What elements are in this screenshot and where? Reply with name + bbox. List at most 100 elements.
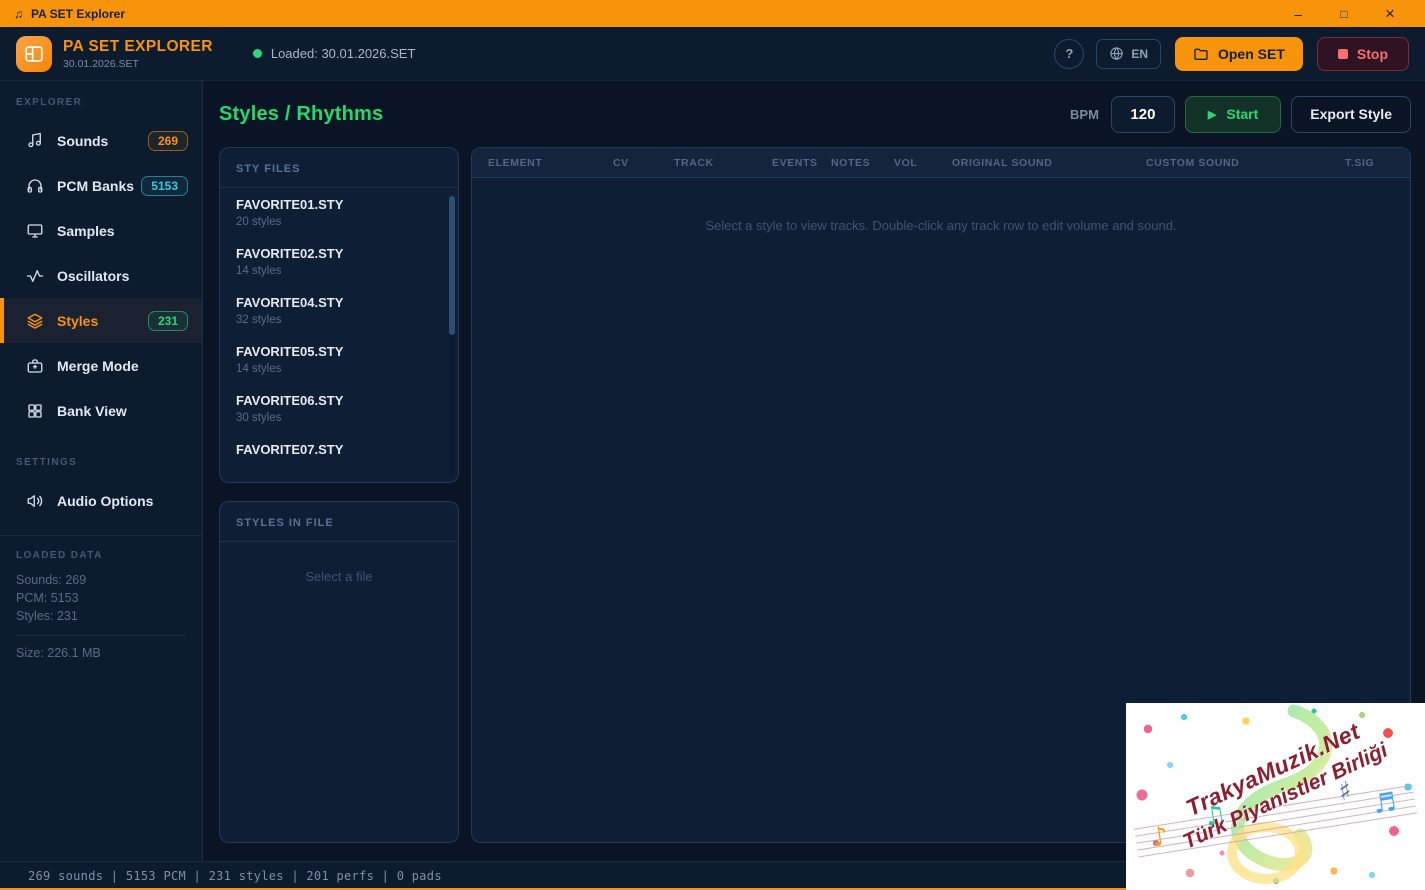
sidebar-item-merge-mode[interactable]: Merge Mode	[0, 343, 202, 388]
sidebar-item-label: Oscillators	[57, 267, 130, 284]
stop-button[interactable]: Stop	[1316, 36, 1409, 71]
styles-count-badge: 231	[147, 310, 188, 331]
bpm-label: BPM	[1070, 106, 1099, 122]
app-logo	[16, 35, 52, 72]
column-header-custom-sound: CUSTOM SOUND	[1146, 156, 1240, 169]
sidebar-item-label: Samples	[57, 222, 115, 239]
start-button[interactable]: ▶ Start	[1184, 95, 1282, 133]
watermark-image: ♪ ♫ ♯ ♬ TrakyaMuzik.Net Türk Piyanistler…	[1126, 703, 1425, 890]
file-name: FAVORITE07.STY	[236, 442, 344, 457]
sidebar-item-label: Sounds	[57, 132, 109, 149]
layout-panel-icon	[25, 45, 43, 62]
open-set-label: Open SET	[1217, 45, 1285, 62]
file-name: FAVORITE01.STY	[236, 197, 344, 212]
language-button[interactable]: EN	[1096, 38, 1161, 69]
app-subtitle: 30.01.2026.SET	[63, 57, 139, 70]
window-title: PA SET Explorer	[31, 6, 126, 21]
layers-icon	[27, 313, 43, 329]
table-header-row: ELEMENT CV TRACK EVENTS NOTES VOL ORIGIN…	[472, 148, 1410, 178]
maximize-button[interactable]: □	[1321, 0, 1367, 27]
sidebar-item-label: Bank View	[57, 402, 127, 419]
sidebar: EXPLORER Sounds 269 PCM Banks 5153 Sampl…	[0, 81, 203, 861]
stat-size: Size: 226.1 MB	[16, 635, 186, 660]
file-name: FAVORITE06.STY	[236, 393, 344, 408]
export-style-label: Export Style	[1310, 106, 1392, 122]
grid-icon	[28, 403, 42, 418]
list-item[interactable]: FAVORITE04.STY 32 styles	[220, 286, 458, 335]
file-count: 30 styles	[236, 412, 282, 424]
status-dot	[252, 49, 262, 58]
help-button[interactable]: ?	[1054, 38, 1085, 69]
list-item[interactable]: FAVORITE05.STY 14 styles	[220, 335, 458, 384]
play-icon: ▶	[1207, 108, 1217, 121]
window-edge-strip	[0, 27, 2, 890]
speaker-icon	[27, 494, 43, 507]
sidebar-item-label: Styles	[57, 312, 99, 329]
column-header-tsig: T.SIG	[1345, 156, 1375, 169]
column-header-notes: NOTES	[831, 156, 871, 169]
select-file-placeholder: Select a file	[305, 569, 373, 584]
sidebar-item-label: PCM Banks	[57, 177, 135, 194]
pcm-count-badge: 5153	[141, 175, 188, 196]
stat-sounds: Sounds: 269	[16, 573, 87, 587]
sidebar-item-sounds[interactable]: Sounds 269	[0, 118, 202, 163]
app-title: PA SET EXPLORER	[63, 37, 213, 55]
app-header: PA SET EXPLORER 30.01.2026.SET Loaded: 3…	[0, 27, 1425, 81]
folder-icon	[1194, 48, 1208, 60]
bpm-input[interactable]	[1110, 95, 1175, 133]
page-title: Styles / Rhythms	[219, 102, 384, 125]
list-item[interactable]: FAVORITE07.STY	[220, 433, 458, 470]
list-item[interactable]: FAVORITE02.STY 14 styles	[220, 237, 458, 286]
sidebar-item-label: Merge Mode	[57, 357, 139, 374]
start-label: Start	[1226, 106, 1259, 122]
file-name: FAVORITE04.STY	[236, 295, 344, 310]
stat-styles: Styles: 231	[16, 609, 78, 624]
styles-in-file-panel: STYLES IN FILE Select a file	[219, 501, 459, 843]
loaded-status-text: Loaded: 30.01.2026.SET	[270, 46, 416, 61]
empty-table-message: Select a style to view tracks. Double-cl…	[705, 218, 1177, 233]
sidebar-item-audio-options[interactable]: Audio Options	[0, 478, 202, 523]
sidebar-item-oscillators[interactable]: Oscillators	[0, 253, 202, 298]
close-button[interactable]: ×	[1367, 0, 1413, 27]
loaded-data-label: LOADED DATA	[16, 550, 103, 561]
waveform-icon	[26, 269, 44, 282]
titlebar-music-icon: ♫	[14, 6, 23, 21]
export-style-button[interactable]: Export Style	[1291, 95, 1411, 133]
column-header-events: EVENTS	[772, 156, 818, 169]
file-count: 14 styles	[236, 363, 282, 375]
titlebar: ♫ PA SET Explorer – □ ×	[0, 0, 1425, 27]
file-name: FAVORITE05.STY	[236, 344, 344, 359]
language-label: EN	[1131, 46, 1148, 61]
sidebar-item-styles[interactable]: Styles 231	[0, 298, 202, 343]
open-set-button[interactable]: Open SET	[1174, 36, 1303, 71]
sidebar-item-samples[interactable]: Samples	[0, 208, 202, 253]
loaded-data-section: LOADED DATA Sounds: 269 PCM: 5153 Styles…	[0, 535, 202, 660]
explorer-section-label: EXPLORER	[16, 97, 83, 108]
sounds-count-badge: 269	[147, 130, 188, 151]
stop-icon	[1337, 48, 1348, 59]
briefcase-icon	[27, 358, 43, 373]
loaded-status: Loaded: 30.01.2026.SET	[252, 46, 416, 61]
sidebar-item-label: Audio Options	[57, 492, 154, 509]
list-item[interactable]: FAVORITE06.STY 30 styles	[220, 384, 458, 433]
sty-files-header: STY FILES	[220, 148, 458, 188]
file-count: 32 styles	[236, 314, 282, 326]
settings-section-label: SETTINGS	[16, 457, 78, 468]
column-header-track: TRACK	[674, 156, 714, 169]
scrollbar-thumb[interactable]	[449, 196, 455, 335]
sidebar-item-bank-view[interactable]: Bank View	[0, 388, 202, 433]
monitor-icon	[27, 223, 43, 238]
stat-pcm: PCM: 5153	[16, 591, 79, 606]
music-note-icon	[28, 132, 41, 147]
scrollbar-track[interactable]	[449, 196, 455, 474]
column-header-original-sound: ORIGINAL SOUND	[952, 156, 1053, 169]
list-item[interactable]: FAVORITE01.STY 20 styles	[220, 188, 458, 237]
headphones-icon	[27, 178, 43, 193]
sty-file-list: FAVORITE01.STY 20 styles FAVORITE02.STY …	[220, 188, 458, 479]
sidebar-item-pcm-banks[interactable]: PCM Banks 5153	[0, 163, 202, 208]
styles-in-file-header: STYLES IN FILE	[220, 502, 458, 542]
file-name: FAVORITE02.STY	[236, 246, 344, 261]
column-header-element: ELEMENT	[488, 156, 543, 169]
minimize-button[interactable]: –	[1275, 0, 1321, 27]
file-count: 14 styles	[236, 265, 282, 277]
